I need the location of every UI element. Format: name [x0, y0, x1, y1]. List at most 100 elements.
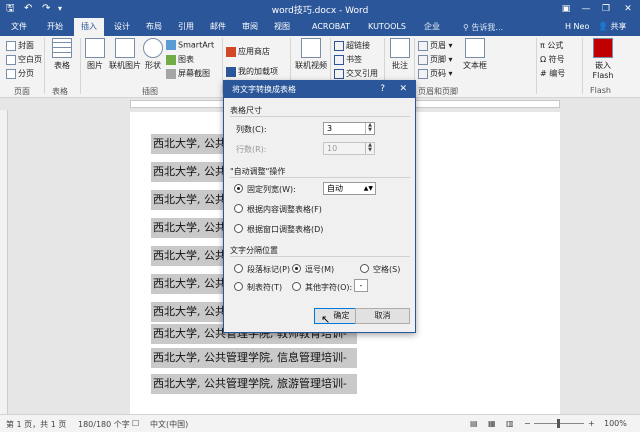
language-status[interactable]: 中文(中国): [150, 419, 188, 430]
hyperlink-icon: [334, 40, 344, 51]
tab-acrobat[interactable]: ACROBAT: [306, 18, 356, 36]
tab-insert[interactable]: 插入: [74, 18, 104, 36]
zoom-out-button[interactable]: −: [524, 419, 531, 428]
my-addins-button[interactable]: 我的加载项: [226, 66, 278, 77]
cover-page-icon: [6, 40, 16, 51]
shapes-button[interactable]: 形状: [142, 38, 164, 71]
numbering-label: 编号: [549, 69, 566, 78]
tab-file[interactable]: 文件: [4, 18, 34, 36]
symbol-button[interactable]: Ω 符号: [540, 54, 565, 65]
cross-reference-button[interactable]: 交叉引用: [334, 68, 378, 79]
fit-content-radio[interactable]: [234, 204, 243, 213]
tab-enterprise[interactable]: 企业: [418, 18, 446, 36]
columns-value: 3: [327, 124, 333, 133]
tab-references[interactable]: 引用: [172, 18, 200, 36]
store-button[interactable]: 应用商店: [226, 46, 270, 57]
minimize-button[interactable]: —: [578, 2, 594, 16]
online-picture-button[interactable]: 联机图片: [108, 38, 142, 71]
textbox-button[interactable]: 文本框: [460, 38, 490, 71]
print-layout-icon[interactable]: ▦: [488, 419, 496, 428]
other-char-input[interactable]: -: [354, 279, 368, 292]
page-count[interactable]: 第 1 页，共 1 页: [6, 419, 66, 430]
store-label: 应用商店: [238, 47, 270, 56]
restore-button[interactable]: ❐: [598, 2, 614, 16]
tab-mailings[interactable]: 邮件: [204, 18, 232, 36]
document-line[interactable]: 西北大学, 公共管理学院, 信息管理培训-: [151, 348, 357, 368]
screenshot-button[interactable]: 屏幕截图: [166, 68, 210, 79]
fixed-width-radio[interactable]: [234, 184, 243, 193]
online-video-button[interactable]: 联机视频: [294, 38, 328, 71]
insert-flash-button[interactable]: 嵌入 Flash: [586, 38, 620, 80]
separator: [80, 38, 81, 94]
title-bar: 🖫 ↶ ↷ ▾ word技巧.docx - Word ▣ — ❐ ✕: [0, 0, 640, 18]
zoom-slider-thumb[interactable]: [557, 419, 560, 428]
ribbon-display-options-icon[interactable]: ▣: [558, 2, 574, 16]
smartart-label: SmartArt: [178, 40, 215, 50]
user-name[interactable]: H Neo: [565, 22, 589, 31]
paragraph-mark-radio[interactable]: [234, 264, 243, 273]
space-radio[interactable]: [360, 264, 369, 273]
word-count[interactable]: 180/180 个字: [78, 419, 130, 430]
divider: [230, 256, 410, 257]
dialog-title: 将文字转换成表格: [224, 81, 415, 98]
read-mode-icon[interactable]: ▤: [470, 419, 478, 428]
chart-button[interactable]: 图表: [166, 54, 194, 65]
header-button[interactable]: 页眉 ▾: [418, 40, 453, 51]
page-number-button[interactable]: 页码 ▾: [418, 68, 453, 79]
tab-design[interactable]: 设计: [108, 18, 136, 36]
dialog-close-icon[interactable]: ✕: [399, 81, 407, 98]
columns-stepper[interactable]: 3 ▲ ▼: [323, 122, 375, 135]
my-addins-label: 我的加载项: [238, 67, 278, 76]
cancel-button[interactable]: 取消: [355, 308, 410, 324]
person-icon: 👤: [598, 22, 608, 31]
picture-button[interactable]: 图片: [82, 38, 108, 71]
footer-label: 页脚: [430, 55, 446, 64]
zoom-in-button[interactable]: +: [588, 419, 595, 428]
tell-me-label: 告诉我...: [471, 23, 504, 32]
equation-button[interactable]: π 公式: [540, 40, 563, 51]
cover-page-button[interactable]: 封面: [6, 40, 34, 51]
bookmark-button[interactable]: 书签: [334, 54, 362, 65]
autofit-heading: "自动调整"操作: [230, 167, 286, 176]
close-button[interactable]: ✕: [620, 2, 636, 16]
picture-icon: [85, 38, 105, 58]
help-icon[interactable]: ?: [380, 81, 385, 98]
comment-button[interactable]: 批注: [388, 38, 412, 71]
textbox-icon: [465, 38, 485, 58]
separator: [44, 38, 45, 94]
spin-arrows-icon[interactable]: ▲▼: [364, 183, 373, 194]
smartart-button[interactable]: SmartArt: [166, 40, 214, 50]
tab-view[interactable]: 视图: [268, 18, 296, 36]
header-label: 页眉: [430, 41, 446, 50]
tab-review[interactable]: 审阅: [236, 18, 264, 36]
page-break-icon: [6, 68, 16, 79]
fit-window-radio[interactable]: [234, 224, 243, 233]
page-break-button[interactable]: 分页: [6, 68, 34, 79]
other-char-radio[interactable]: [292, 282, 301, 291]
omega-icon: Ω: [540, 55, 549, 64]
comment-label: 批注: [392, 61, 408, 70]
tab-home[interactable]: 开始: [40, 18, 70, 36]
tab-layout[interactable]: 布局: [140, 18, 168, 36]
online-video-label: 联机视频: [295, 61, 327, 70]
footer-button[interactable]: 页脚 ▾: [418, 54, 453, 65]
tab-kutools[interactable]: KUTOOLS: [362, 18, 412, 36]
zoom-level[interactable]: 100%: [604, 419, 627, 428]
vertical-ruler[interactable]: [0, 110, 8, 414]
table-group-label: 表格: [52, 87, 68, 96]
table-button[interactable]: 表格: [48, 38, 76, 71]
document-line[interactable]: 西北大学, 公共管理学院, 旅游管理培训-: [151, 374, 357, 394]
share-button[interactable]: 👤 共享: [598, 20, 636, 34]
tell-me-search[interactable]: ⚲ 告诉我...: [463, 22, 503, 33]
hyperlink-button[interactable]: 超链接: [334, 40, 370, 51]
web-layout-icon[interactable]: ▥: [506, 419, 514, 428]
stepper-arrows-icon[interactable]: ▲ ▼: [365, 123, 374, 134]
numbering-button[interactable]: # 编号: [540, 68, 565, 79]
fixed-width-select[interactable]: 自动 ▲▼: [323, 182, 376, 195]
tab-radio[interactable]: [234, 282, 243, 291]
comma-radio[interactable]: [292, 264, 301, 273]
proofing-icon[interactable]: ☐: [132, 419, 139, 428]
separator-heading: 文字分隔位置: [230, 246, 278, 255]
blank-page-button[interactable]: 空白页: [6, 54, 42, 65]
fit-window-label: 根据窗口调整表格(D): [247, 225, 324, 234]
